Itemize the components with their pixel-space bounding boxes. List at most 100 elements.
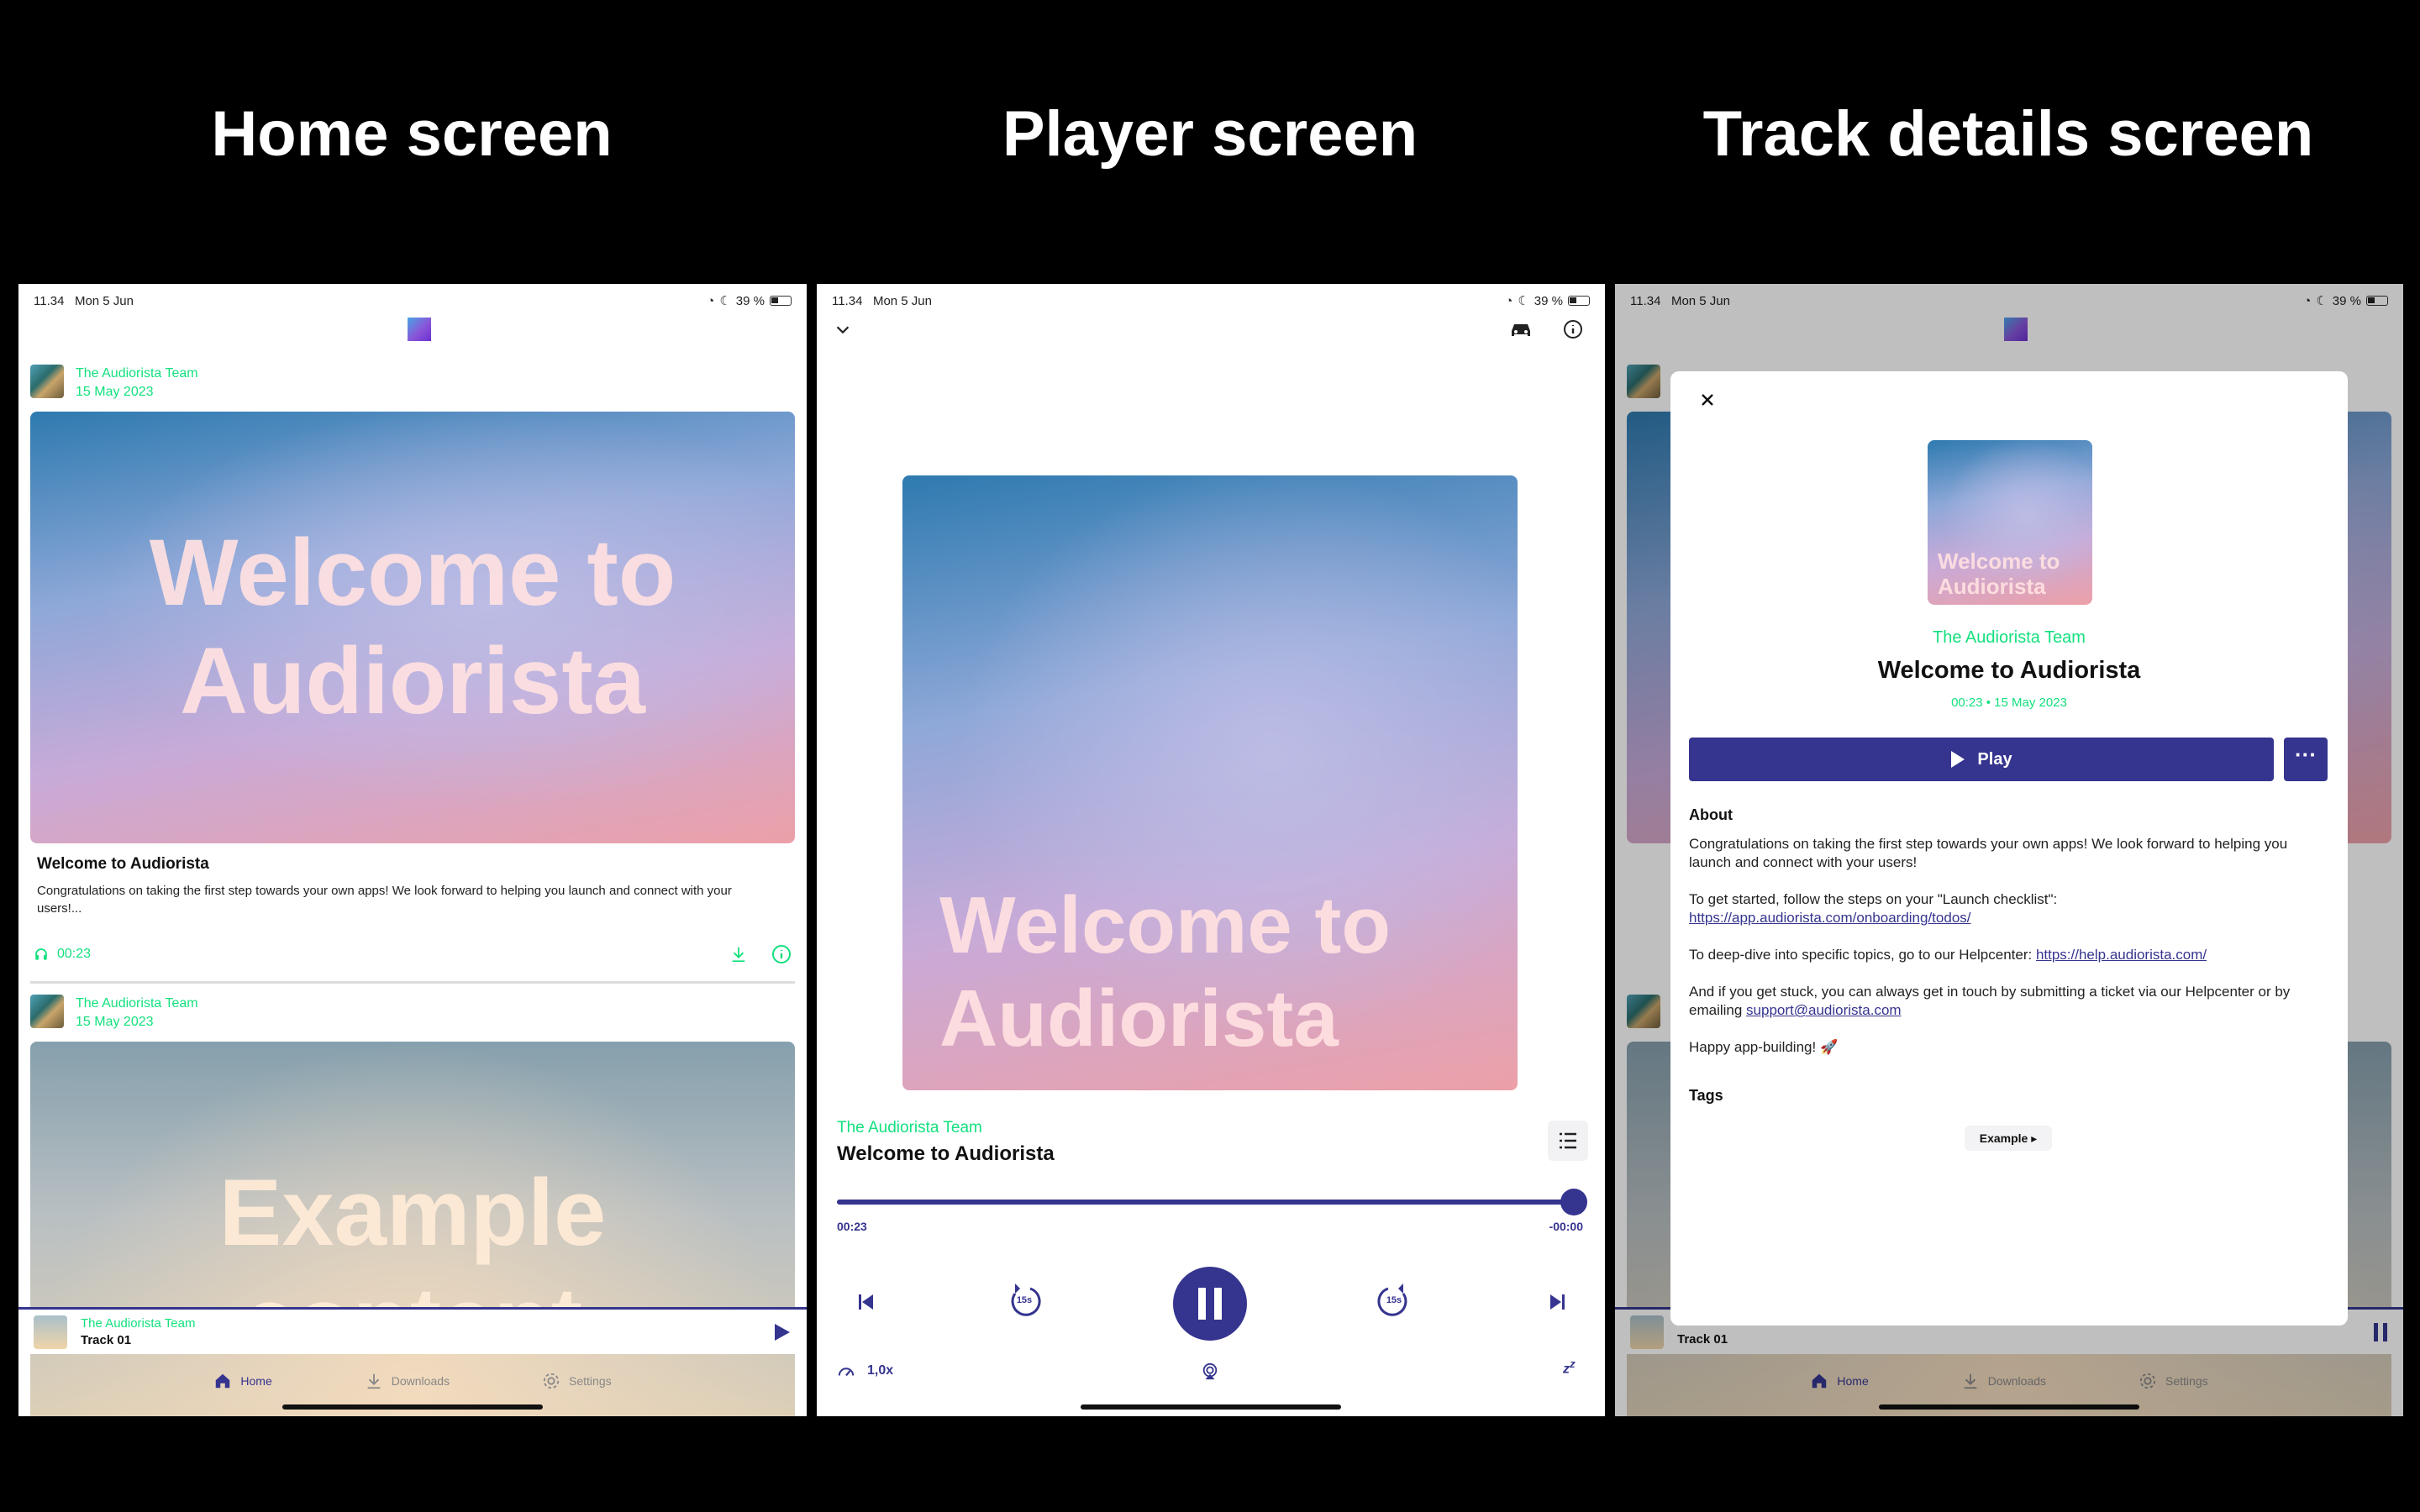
- headphones-icon: [35, 948, 47, 960]
- cover-text: Welcome to Audiorista: [149, 520, 676, 733]
- player-screen: 11.34 Mon 5 Jun ◔ ☾ 39 % Welcome to Audior…: [817, 284, 1605, 1416]
- post-description: Congratulations on taking the first step…: [37, 884, 732, 916]
- status-battery: 39 %: [735, 293, 765, 308]
- post-header[interactable]: The Audiorista Team 15 May 2023: [30, 365, 198, 402]
- sleep-timer-icon[interactable]: zz: [1563, 1357, 1576, 1377]
- cover-text: Welcome to Audiorista: [1938, 549, 2060, 600]
- track-artwork: Welcome to Audiorista: [1928, 440, 2092, 605]
- avatar: [30, 995, 64, 1028]
- gear-icon: [543, 1373, 560, 1389]
- about-body: Congratulations on taking the first step…: [1689, 835, 2329, 1057]
- track-meta: 00:23 • 15 May 2023: [1951, 696, 2067, 710]
- player-artwork: Welcome to Audiorista: [902, 475, 1518, 1090]
- previous-track-icon[interactable]: [855, 1292, 876, 1312]
- post-title[interactable]: Welcome to Audiorista: [37, 855, 209, 874]
- about-paragraph: Happy app-building! 🚀: [1689, 1039, 1839, 1055]
- post-author: The Audiorista Team: [76, 366, 198, 381]
- car-icon[interactable]: [1509, 319, 1533, 339]
- status-bar: 11.34 Mon 5 Jun ◔ ☾ 39 %: [832, 291, 1590, 311]
- info-icon[interactable]: [771, 944, 792, 964]
- chevron-down-icon[interactable]: [834, 321, 852, 339]
- home-icon: [216, 1373, 230, 1389]
- cover-text: Welcome to Audiorista: [939, 880, 1391, 1063]
- post-header[interactable]: The Audiorista Team 15 May 2023: [30, 995, 198, 1032]
- speed-button[interactable]: 1,0x: [837, 1362, 893, 1379]
- more-options-button[interactable]: ···: [2284, 738, 2328, 781]
- play-icon: [1951, 751, 1965, 768]
- track-details-modal: Welcome to Audiorista The Audiorista Tea…: [1670, 371, 2348, 1326]
- tab-label: Downloads: [391, 1374, 450, 1388]
- skip-back-button[interactable]: 15s: [1007, 1280, 1042, 1322]
- chapters-button[interactable]: [1548, 1121, 1588, 1161]
- status-bar: 11.34 Mon 5 Jun ◔ ☾ 39 %: [34, 291, 792, 311]
- skip-back-label: 15s: [1016, 1295, 1033, 1305]
- home-indicator: [282, 1404, 543, 1410]
- close-icon[interactable]: [1699, 391, 1716, 408]
- progress-fill: [837, 1200, 1575, 1205]
- tags-heading: Tags: [1689, 1087, 1723, 1104]
- progress-knob[interactable]: [1560, 1189, 1588, 1215]
- mini-player[interactable]: The Audiorista Team Track 01: [18, 1307, 807, 1354]
- post-date: 15 May 2023: [76, 385, 154, 399]
- pause-button[interactable]: [1173, 1267, 1247, 1341]
- about-paragraph: And if you get stuck, you can always get…: [1689, 984, 2291, 1018]
- player-screen-heading: Player screen: [1002, 98, 1418, 170]
- avatar: [30, 365, 64, 398]
- mini-player-track: Track 01: [81, 1332, 132, 1347]
- play-button[interactable]: Play: [1689, 738, 2274, 781]
- divider: [30, 981, 795, 984]
- skip-forward-button[interactable]: 15s: [1376, 1280, 1412, 1322]
- pause-icon: [1198, 1288, 1222, 1320]
- app-logo: [408, 318, 431, 341]
- tab-home[interactable]: Home: [213, 1372, 272, 1390]
- player-title: Welcome to Audiorista: [837, 1142, 1055, 1165]
- onboarding-link[interactable]: https://app.audiorista.com/onboarding/to…: [1689, 910, 1971, 926]
- track-author[interactable]: The Audiorista Team: [1670, 628, 2348, 648]
- details-screen-heading: Track details screen: [1702, 98, 2314, 170]
- track-title: Welcome to Audiorista: [1877, 657, 2141, 684]
- tab-label: Home: [240, 1374, 272, 1388]
- speed-label: 1,0x: [867, 1363, 894, 1378]
- status-time: 11.34: [832, 293, 863, 308]
- post-duration: 00:23: [57, 947, 92, 961]
- player-author[interactable]: The Audiorista Team: [837, 1119, 982, 1137]
- tab-downloads[interactable]: Downloads: [365, 1372, 450, 1390]
- about-heading: About: [1689, 806, 1733, 823]
- helpcenter-link[interactable]: https://help.audiorista.com/: [2036, 947, 2207, 963]
- progress-track[interactable]: [837, 1200, 1581, 1205]
- tab-settings[interactable]: Settings: [542, 1372, 612, 1390]
- status-date: Mon 5 Jun: [872, 293, 932, 308]
- list-icon: [1560, 1132, 1576, 1149]
- remaining-time: -00:00: [1549, 1220, 1583, 1233]
- more-icon: ···: [2295, 742, 2317, 767]
- download-icon[interactable]: [729, 945, 748, 963]
- about-paragraph: Congratulations on taking the first step…: [1689, 836, 2288, 870]
- status-battery: 39 %: [1534, 293, 1563, 308]
- info-icon[interactable]: [1563, 319, 1583, 339]
- home-screen-heading: Home screen: [211, 98, 613, 170]
- speedometer-icon: [838, 1368, 855, 1377]
- tag-chip[interactable]: Example ▸: [1965, 1126, 2052, 1151]
- post-cover[interactable]: Welcome to Audiorista: [30, 412, 795, 843]
- wifi-icon: ◔: [1505, 293, 1513, 308]
- about-paragraph: To deep-dive into specific topics, go to…: [1689, 947, 2207, 963]
- moon-icon: ☾: [1518, 294, 1529, 308]
- play-icon[interactable]: [773, 1322, 792, 1342]
- mini-player-author: The Audiorista Team: [81, 1315, 196, 1331]
- status-date: Mon 5 Jun: [74, 293, 134, 308]
- home-indicator: [1081, 1404, 1341, 1410]
- download-icon: [367, 1373, 381, 1389]
- support-email-link[interactable]: support@audiorista.com: [1746, 1002, 1902, 1018]
- airplay-icon[interactable]: [1201, 1362, 1219, 1381]
- track-details-screen: 11.34 Mon 5 Jun ◔ ☾ 39 % Track 01 Home Dow…: [1615, 284, 2403, 1416]
- play-label: Play: [1977, 749, 2012, 769]
- status-time: 11.34: [34, 293, 65, 308]
- skip-forward-label: 15s: [1386, 1295, 1402, 1305]
- battery-icon: [1568, 296, 1590, 306]
- about-paragraph: To get started, follow the steps on your…: [1689, 891, 2058, 926]
- wifi-icon: ◔: [707, 293, 715, 308]
- moon-icon: ☾: [719, 294, 731, 308]
- next-track-icon[interactable]: [1548, 1292, 1568, 1312]
- post-date: 15 May 2023: [76, 1015, 154, 1029]
- home-screen: 11.34 Mon 5 Jun ◔ ☾ 39 % The Audiorista Te…: [18, 284, 807, 1416]
